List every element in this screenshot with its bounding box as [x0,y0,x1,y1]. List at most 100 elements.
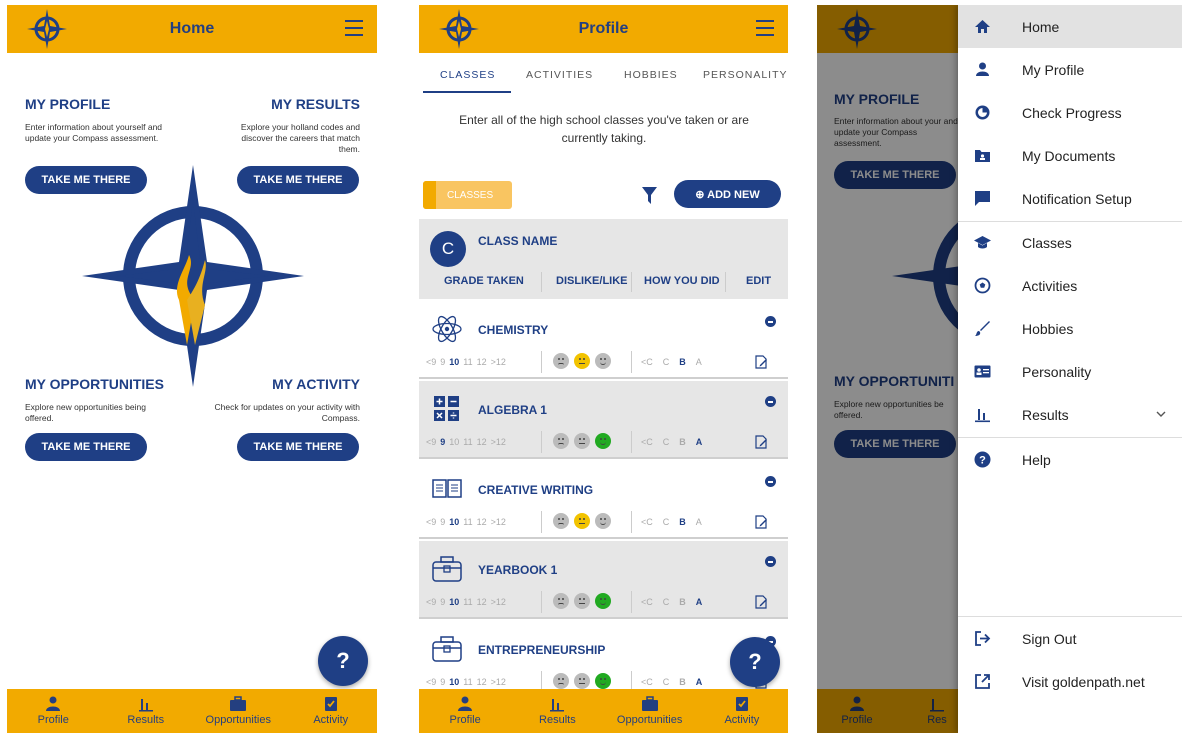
grade-option[interactable]: 10 [449,597,459,607]
menu-item-personality[interactable]: Personality [958,350,1182,393]
grade-option[interactable]: >12 [491,597,506,607]
class-card[interactable]: ALGEBRA 1 <9 9 10 11 12 >12 <C C B A [419,381,788,459]
menu-item-my-profile[interactable]: My Profile [958,48,1182,91]
remove-class-button[interactable] [765,556,776,567]
tab-classes[interactable]: CLASSES [440,69,495,81]
mark-option[interactable]: B [679,357,686,367]
nav-results[interactable]: Results [100,696,193,726]
menu-item-classes[interactable]: Classes [958,221,1182,264]
menu-item-home[interactable]: Home [958,5,1182,48]
class-card[interactable]: YEARBOOK 1 <9 9 10 11 12 >12 <C C B A [419,541,788,619]
grade-option[interactable]: 11 [463,437,472,447]
edit-icon[interactable] [754,595,768,609]
my-opportunities-button[interactable]: TAKE ME THERE [25,433,147,461]
neutral-face-icon[interactable] [574,433,590,449]
grade-option[interactable]: <9 [426,437,436,447]
scrim-overlay[interactable] [817,5,958,733]
sad-face-icon[interactable] [553,513,569,529]
grade-option[interactable]: 12 [477,677,487,687]
sad-face-icon[interactable] [553,353,569,369]
nav-results[interactable]: Results [511,696,603,726]
chevron-down-icon[interactable] [1156,411,1166,418]
mark-option[interactable]: A [696,597,703,607]
happy-face-icon[interactable] [595,513,611,529]
grade-option[interactable]: 10 [449,517,459,527]
nav-opportunities[interactable]: Opportunities [192,696,285,726]
happy-face-icon[interactable] [595,593,611,609]
nav-opportunities[interactable]: Opportunities [604,696,696,726]
nav-profile[interactable]: Profile [419,696,511,726]
grade-option[interactable]: 9 [440,517,445,527]
mark-option[interactable]: B [679,597,686,607]
grade-option[interactable]: 12 [477,517,487,527]
happy-face-icon[interactable] [595,353,611,369]
edit-icon[interactable] [754,355,768,369]
help-button[interactable]: ? [730,637,780,687]
mark-option[interactable]: C [663,437,670,447]
compass-logo-icon[interactable] [437,7,481,51]
menu-item-sign-out[interactable]: Sign Out [958,617,1182,660]
my-activity-button[interactable]: TAKE ME THERE [237,433,359,461]
happy-face-icon[interactable] [595,433,611,449]
grade-option[interactable]: <9 [426,517,436,527]
class-card[interactable]: CREATIVE WRITING <9 9 10 11 12 >12 <C C B A [419,461,788,539]
grade-option[interactable]: >12 [491,517,506,527]
mark-option[interactable]: <C [641,437,653,447]
grade-option[interactable]: <9 [426,597,436,607]
tab-activities[interactable]: ACTIVITIES [526,69,593,81]
grade-option[interactable]: >12 [491,357,506,367]
my-results-button[interactable]: TAKE ME THERE [237,166,359,194]
grade-option[interactable]: >12 [491,437,506,447]
mark-option[interactable]: A [696,437,703,447]
grade-option[interactable]: <9 [426,357,436,367]
grade-option[interactable]: 11 [463,677,472,687]
mark-option[interactable]: A [696,517,702,527]
edit-icon[interactable] [754,435,768,449]
grade-option[interactable]: 12 [477,437,487,447]
grade-option[interactable]: 9 [440,357,445,367]
menu-item-hobbies[interactable]: Hobbies [958,307,1182,350]
menu-item-activities[interactable]: Activities [958,264,1182,307]
tab-hobbies[interactable]: HOBBIES [624,69,678,81]
grade-option[interactable]: 11 [463,357,472,367]
my-profile-button[interactable]: TAKE ME THERE [25,166,147,194]
grade-option[interactable]: 10 [449,357,459,367]
filter-icon[interactable] [642,187,657,204]
remove-class-button[interactable] [765,396,776,407]
grade-option[interactable]: 9 [440,597,445,607]
tab-personality[interactable]: PERSONALITY [703,69,788,81]
menu-item-my-documents[interactable]: My Documents [958,134,1182,177]
remove-class-button[interactable] [765,316,776,327]
add-new-button[interactable]: ⊕ ADD NEW [674,180,781,208]
grade-option[interactable]: >12 [491,677,506,687]
nav-activity[interactable]: Activity [285,696,378,726]
grade-option[interactable]: 9 [440,677,445,687]
mark-option[interactable]: C [663,677,670,687]
grade-option[interactable]: 11 [463,517,472,527]
grade-option[interactable]: <9 [426,677,436,687]
mark-option[interactable]: A [696,677,703,687]
mark-option[interactable]: C [663,597,670,607]
grade-option[interactable]: 10 [449,437,459,447]
neutral-face-icon[interactable] [574,353,590,369]
menu-item-notification-setup[interactable]: Notification Setup [958,177,1182,220]
grade-option[interactable]: 9 [440,437,445,447]
mark-option[interactable]: A [696,357,702,367]
sad-face-icon[interactable] [553,593,569,609]
grade-option[interactable]: 10 [449,677,459,687]
class-card[interactable]: CHEMISTRY <9 9 10 11 12 >12 <C C B A [419,301,788,379]
menu-icon[interactable] [756,20,774,36]
mark-option[interactable]: C [663,357,670,367]
mark-option[interactable]: <C [641,517,653,527]
help-button[interactable]: ? [318,636,368,686]
neutral-face-icon[interactable] [574,513,590,529]
menu-icon[interactable] [345,20,363,36]
mark-option[interactable]: B [679,677,686,687]
neutral-face-icon[interactable] [574,673,590,689]
sad-face-icon[interactable] [553,433,569,449]
neutral-face-icon[interactable] [574,593,590,609]
happy-face-icon[interactable] [595,673,611,689]
menu-item-visit-site[interactable]: Visit goldenpath.net [958,660,1182,703]
grade-option[interactable]: 12 [477,597,487,607]
menu-item-results[interactable]: Results [958,393,1182,436]
